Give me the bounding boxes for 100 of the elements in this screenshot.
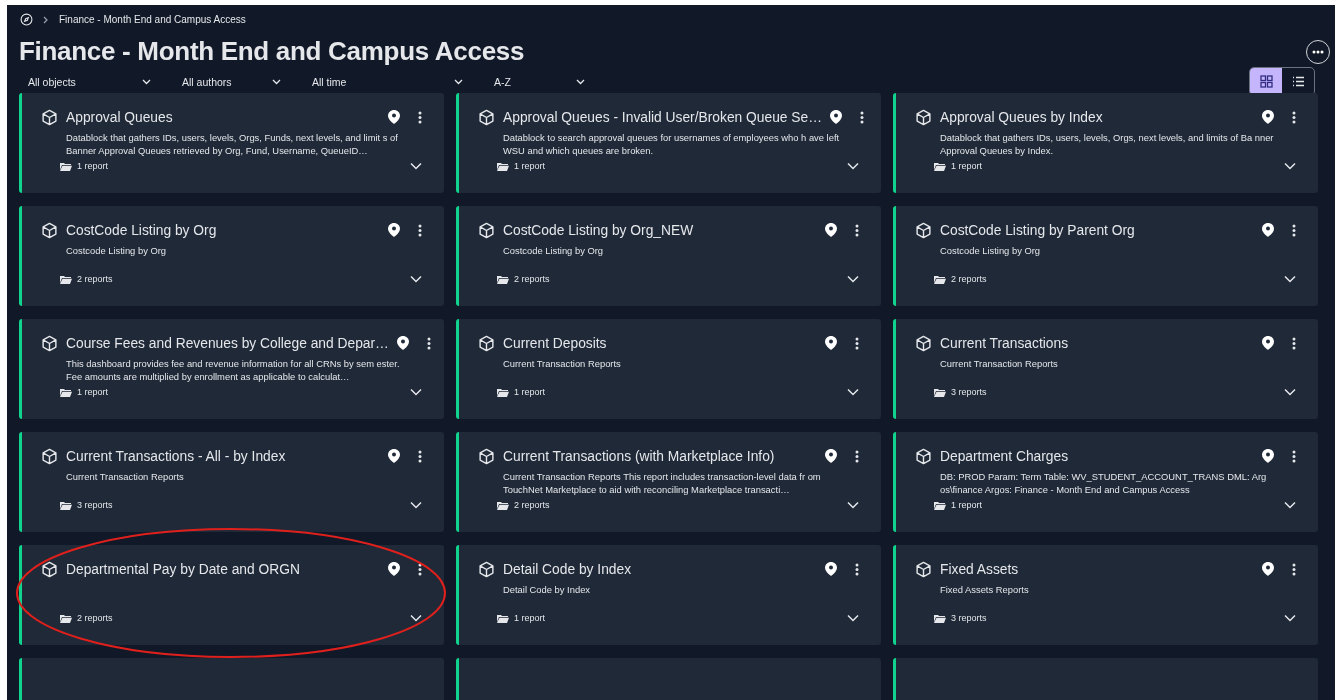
datablock-card[interactable] <box>19 319 444 419</box>
card-title[interactable]: Current Transactions (with Marketplace Info) <box>503 448 817 464</box>
expand-button[interactable] <box>847 501 859 509</box>
expand-button[interactable] <box>847 162 859 170</box>
expand-button[interactable] <box>1284 162 1296 170</box>
expand-button[interactable] <box>1284 614 1296 622</box>
kebab-menu-button[interactable] <box>855 449 859 463</box>
expand-button[interactable] <box>410 388 422 396</box>
datablock-card[interactable]: Current Deposits Current Transaction Reports 1 report <box>456 319 881 419</box>
pin-icon[interactable] <box>825 336 837 350</box>
chevron-down-icon <box>1284 501 1296 509</box>
card-title[interactable]: Current Deposits <box>503 335 817 351</box>
expand-button[interactable] <box>1284 388 1296 396</box>
page-title: Finance - Month End and Campus Access <box>19 36 525 67</box>
datablock-card[interactable]: Current Transactions - All - by Index Current Transaction Reports 3 reports <box>19 432 444 532</box>
kebab-menu-button[interactable] <box>860 110 865 124</box>
datablock-card[interactable]: CostCode Listing by Org Costcode Listing by Org 2 reports <box>19 206 444 306</box>
chevron-down-icon <box>410 614 422 622</box>
expand-button[interactable] <box>410 501 422 509</box>
card-title[interactable]: CostCode Listing by Org <box>66 222 380 238</box>
pin-icon[interactable] <box>830 110 843 124</box>
expand-button[interactable] <box>1284 275 1296 283</box>
kebab-menu-button[interactable] <box>418 223 422 237</box>
chevron-down-icon <box>410 275 422 283</box>
card-title[interactable]: Department Charges <box>940 448 1254 464</box>
datablock-card[interactable]: Detail Code by Index Detail Code by Index 1 report <box>456 545 881 645</box>
filter-dropdown[interactable]: All time <box>303 75 473 88</box>
breadcrumb-item[interactable]: Finance - Month End and Campus Access <box>59 14 246 25</box>
datablock-card[interactable]: Approval Queues by Index Datablock that gathers IDs, users, levels, Orgs, next levels, and limits of Ba nner Approval Queues by Index. 1 report <box>893 93 1318 193</box>
datablock-card[interactable]: Department Charges DB: PROD Param: Term Table: WV_STUDENT_ACCOUNT_TRANS DML: Arg os\finance Argos: Finance - Month End and Campus Access 1 report <box>893 432 1318 532</box>
card-title[interactable]: Fixed Assets <box>940 561 1254 577</box>
datablock-card[interactable]: Approval Queues - Invalid User/Broken Queue Se… Datablock to search approval queues for usernames of employees who h ave left WSU and which queues are broken. 1 report <box>456 93 881 193</box>
cube-icon <box>915 334 932 352</box>
report-count: 1 report <box>514 387 546 397</box>
kebab-menu-button[interactable] <box>418 110 422 124</box>
pin-icon[interactable] <box>825 562 837 576</box>
card-title[interactable]: Current Transactions <box>940 335 1254 351</box>
datablock-card[interactable]: CostCode Listing by Parent Org Costcode Listing by Org 2 reports <box>893 206 1318 306</box>
pin-icon[interactable] <box>388 223 400 237</box>
cube-icon <box>478 221 495 239</box>
kebab-menu-button[interactable] <box>855 336 859 350</box>
kebab-menu-button[interactable] <box>855 562 859 576</box>
card-title[interactable]: CostCode Listing by Org_NEW <box>503 222 817 238</box>
filter-dropdown[interactable]: All authors <box>173 75 291 88</box>
kebab-menu-button[interactable] <box>426 336 431 350</box>
card-description: Current Transaction Reports <box>66 470 185 484</box>
filter-dropdown[interactable]: All objects <box>19 75 161 88</box>
kebab-menu-button[interactable] <box>418 449 422 463</box>
card-title[interactable]: Approval Queues <box>66 109 380 125</box>
expand-button[interactable] <box>1284 501 1296 509</box>
kebab-icon <box>1292 562 1296 576</box>
grid-view-button[interactable] <box>1250 68 1282 95</box>
card-title[interactable]: CostCode Listing by Parent Org <box>940 222 1254 238</box>
cube-icon <box>478 108 495 126</box>
pin-icon[interactable] <box>825 223 837 237</box>
kebab-menu-button[interactable] <box>1292 449 1296 463</box>
card-title[interactable]: Departmental Pay by Date and ORGN <box>66 561 380 577</box>
kebab-menu-button[interactable] <box>855 223 859 237</box>
expand-button[interactable] <box>847 614 859 622</box>
compass-icon[interactable] <box>20 13 33 26</box>
pin-icon[interactable] <box>1262 223 1274 237</box>
expand-button[interactable] <box>410 162 422 170</box>
chevron-down-icon <box>847 162 859 170</box>
kebab-icon <box>418 449 422 463</box>
expand-button[interactable] <box>410 275 422 283</box>
card-title[interactable]: Course Fees and Revenues by College and Depar… <box>66 335 389 351</box>
datablock-card[interactable]: Current Transactions Current Transaction Reports 3 reports <box>893 319 1318 419</box>
kebab-menu-button[interactable] <box>418 562 422 576</box>
expand-button[interactable] <box>847 388 859 396</box>
chevron-down-icon <box>847 501 859 509</box>
card-title[interactable]: Approval Queues by Index <box>940 109 1254 125</box>
kebab-menu-button[interactable] <box>1292 223 1296 237</box>
kebab-menu-button[interactable] <box>1292 336 1296 350</box>
datablock-card[interactable]: Current Transactions (with Marketplace Info) Current Transaction Reports This report includes transaction-level data fr om TouchNet Marketplace to aid with reconciling Marketplace transacti… 2 reports <box>456 432 881 532</box>
pin-icon[interactable] <box>388 562 400 576</box>
pin-icon[interactable] <box>825 449 837 463</box>
datablock-card[interactable]: Fixed Assets Fixed Assets Reports 3 reports <box>893 545 1318 645</box>
pin-icon[interactable] <box>1262 336 1274 350</box>
cube-icon <box>915 108 932 126</box>
card-title[interactable]: Current Transactions - All - by Index <box>66 448 380 464</box>
expand-button[interactable] <box>847 275 859 283</box>
kebab-menu-button[interactable] <box>1292 562 1296 576</box>
card-description: Costcode Listing by Org <box>66 244 168 258</box>
card-title[interactable]: Detail Code by Index <box>503 561 817 577</box>
pin-icon[interactable] <box>1262 110 1274 124</box>
expand-button[interactable] <box>410 614 422 622</box>
report-count: 1 report <box>951 500 983 510</box>
pin-icon[interactable] <box>388 110 400 124</box>
card-title[interactable]: Approval Queues - Invalid User/Broken Queue Se… <box>503 109 823 125</box>
datablock-card[interactable]: Approval Queues Datablock that gathers IDs, users, levels, Orgs, Funds, next levels, and limit s of Banner Approval Queues retrieved by Org, Fund, Username, QueueID… 1 report <box>19 93 444 193</box>
pin-icon[interactable] <box>388 449 400 463</box>
filter-dropdown[interactable]: A-Z <box>485 75 595 88</box>
pin-icon[interactable] <box>1262 562 1274 576</box>
card-description: DB: PROD Param: Term Table: WV_STUDENT_ACCOUNT_TRANS DML: Arg os\finance Argos: Finance - Month End and Campus Access <box>940 470 1268 496</box>
pin-icon[interactable] <box>396 336 409 350</box>
datablock-card[interactable]: Departmental Pay by Date and ORGN 2 reports <box>19 545 444 645</box>
kebab-menu-button[interactable] <box>1292 110 1296 124</box>
pin-icon[interactable] <box>1262 449 1274 463</box>
kebab-icon <box>418 223 422 237</box>
datablock-card[interactable]: CostCode Listing by Org_NEW Costcode Listing by Org 2 reports <box>456 206 881 306</box>
